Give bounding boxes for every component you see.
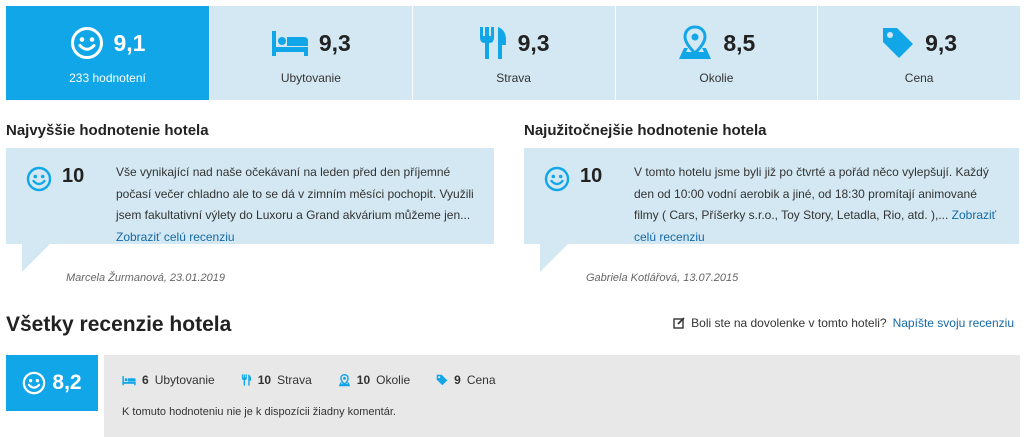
- category-label: Okolie: [699, 71, 734, 85]
- subrating-value: 10: [257, 373, 272, 387]
- overall-score: 9,1: [113, 29, 146, 56]
- review-excerpt: Vše vynikající nad naše očekávaní na led…: [116, 165, 474, 222]
- subrating-value: 6: [142, 373, 149, 387]
- subrating-value: 9: [454, 373, 461, 387]
- highest-review-title: Najvyššie hodnotenie hotela: [6, 122, 209, 139]
- map-pin-icon: [679, 25, 712, 59]
- category-label: Strava: [496, 71, 531, 85]
- speech-tail: [540, 244, 568, 272]
- subrating-value: 10: [356, 373, 371, 387]
- show-full-review-link[interactable]: Zobraziť celú recenziu: [116, 230, 235, 244]
- review-score-badge: 8,2: [6, 355, 98, 411]
- smiley-icon: [23, 371, 46, 395]
- subrating-label: Cena: [466, 373, 496, 387]
- subrating-label: Strava: [277, 373, 312, 387]
- write-review-question: Boli ste na dovolenke v tomto hoteli?: [691, 316, 887, 330]
- review-score: 10: [580, 165, 603, 187]
- rating-summary-bar: 9,1 233 hodnotení 9,3 Ubytovanie 9,3 Str…: [6, 6, 1020, 100]
- category-rating-food: 9,3 Strava: [412, 6, 616, 100]
- overall-rating[interactable]: 9,1 233 hodnotení: [6, 6, 210, 100]
- most-useful-review-card: 10 V tomto hotelu jsme byli již po čtvrt…: [524, 148, 1019, 244]
- smiley-icon: [544, 166, 570, 192]
- category-score: 8,5: [723, 29, 756, 56]
- review-item: 8,2 6 Ubytovanie 10 Strava 10 Okolie 9 C…: [6, 355, 1020, 437]
- subrating-label: Ubytovanie: [154, 373, 215, 387]
- write-review-prompt: Boli ste na dovolenke v tomto hoteli? Na…: [673, 316, 1014, 330]
- fork-knife-icon: [479, 27, 506, 59]
- category-score: 9,3: [517, 29, 550, 56]
- all-reviews-title: Všetky recenzie hotela: [6, 313, 232, 336]
- category-rating-accommodation: 9,3 Ubytovanie: [210, 6, 413, 100]
- category-rating-price: 9,3 Cena: [818, 6, 1020, 100]
- highest-review-card: 10 Vše vynikající nad naše očekávaní na …: [6, 148, 494, 244]
- review-comment: K tomuto hodnoteniu nie je k dispozícii …: [122, 406, 396, 418]
- map-pin-icon: [338, 373, 351, 386]
- review-author: Gabriela Kotlářová, 13.07.2015: [586, 272, 739, 284]
- smiley-icon: [70, 27, 103, 59]
- review-text: Vše vynikající nad naše očekávaní na led…: [116, 162, 478, 248]
- subrating-accommodation: 6 Ubytovanie: [122, 373, 215, 387]
- review-author: Marcela Žurmanová, 23.01.2019: [66, 272, 225, 284]
- category-label: Cena: [904, 71, 934, 85]
- bed-icon: [122, 375, 136, 385]
- fork-knife-icon: [241, 374, 251, 386]
- category-score: 9,3: [925, 29, 958, 56]
- smiley-icon: [26, 166, 52, 192]
- price-tag-icon: [436, 374, 448, 386]
- review-subratings: 6 Ubytovanie 10 Strava 10 Okolie 9 Cena: [122, 373, 496, 387]
- category-label: Ubytovanie: [280, 71, 341, 85]
- category-score: 9,3: [318, 29, 351, 56]
- speech-tail: [22, 244, 50, 272]
- bed-icon: [271, 31, 308, 56]
- edit-icon: [673, 317, 685, 329]
- review-score: 10: [62, 165, 85, 187]
- review-body: 6 Ubytovanie 10 Strava 10 Okolie 9 Cena …: [104, 355, 1020, 437]
- most-useful-review-title: Najužitočnejšie hodnotenie hotela: [524, 122, 767, 139]
- subrating-surroundings: 10 Okolie: [338, 373, 410, 387]
- subrating-food: 10 Strava: [241, 373, 312, 387]
- review-excerpt: V tomto hotelu jsme byli již po čtvrté a…: [634, 165, 989, 222]
- subrating-label: Okolie: [376, 373, 411, 387]
- review-text: V tomto hotelu jsme byli již po čtvrté a…: [634, 162, 1004, 248]
- price-tag-icon: [883, 28, 914, 58]
- overall-count-label: 233 hodnotení: [69, 71, 146, 85]
- review-overall-score: 8,2: [52, 371, 82, 394]
- write-review-link[interactable]: Napíšte svoju recenziu: [893, 316, 1014, 330]
- category-rating-surroundings: 8,5 Okolie: [615, 6, 819, 100]
- subrating-price: 9 Cena: [436, 373, 496, 387]
